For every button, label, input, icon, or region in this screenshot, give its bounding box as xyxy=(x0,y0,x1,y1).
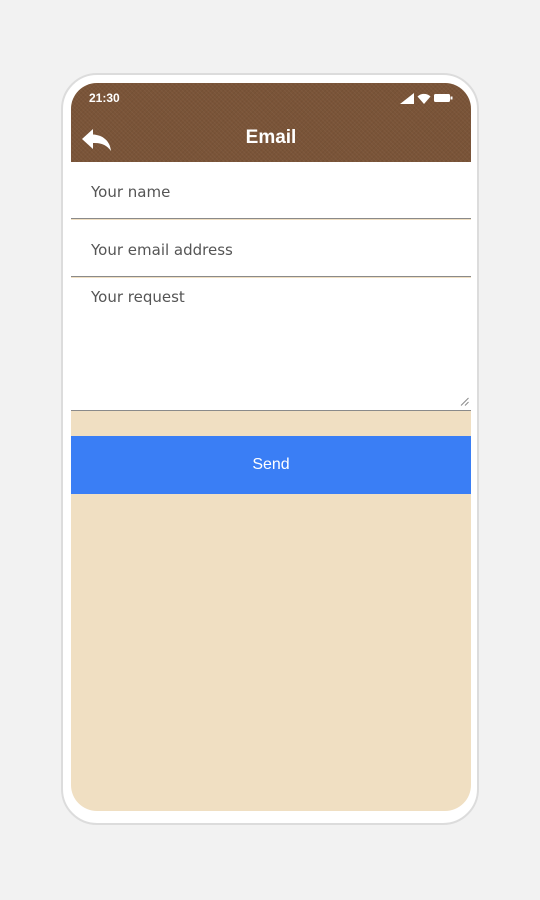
name-field-placeholder: Your name xyxy=(91,183,171,201)
wifi-icon xyxy=(417,93,431,104)
name-field[interactable]: Your name xyxy=(71,162,471,219)
page-title: Email xyxy=(245,127,297,148)
status-time: 21:30 xyxy=(89,91,120,105)
status-icons xyxy=(400,92,453,104)
email-field[interactable]: Your email address xyxy=(71,220,471,277)
resize-grip-icon[interactable] xyxy=(460,397,469,406)
app-header: 21:30 Email xyxy=(71,83,471,162)
send-button[interactable]: Send xyxy=(71,436,471,494)
request-textarea[interactable]: Your request xyxy=(71,278,471,411)
email-field-placeholder: Your email address xyxy=(91,241,233,259)
app-screen: 21:30 Email Your name Your email address xyxy=(71,83,471,811)
request-textarea-placeholder: Your request xyxy=(91,288,185,306)
signal-icon xyxy=(400,92,414,104)
battery-icon xyxy=(434,94,453,102)
